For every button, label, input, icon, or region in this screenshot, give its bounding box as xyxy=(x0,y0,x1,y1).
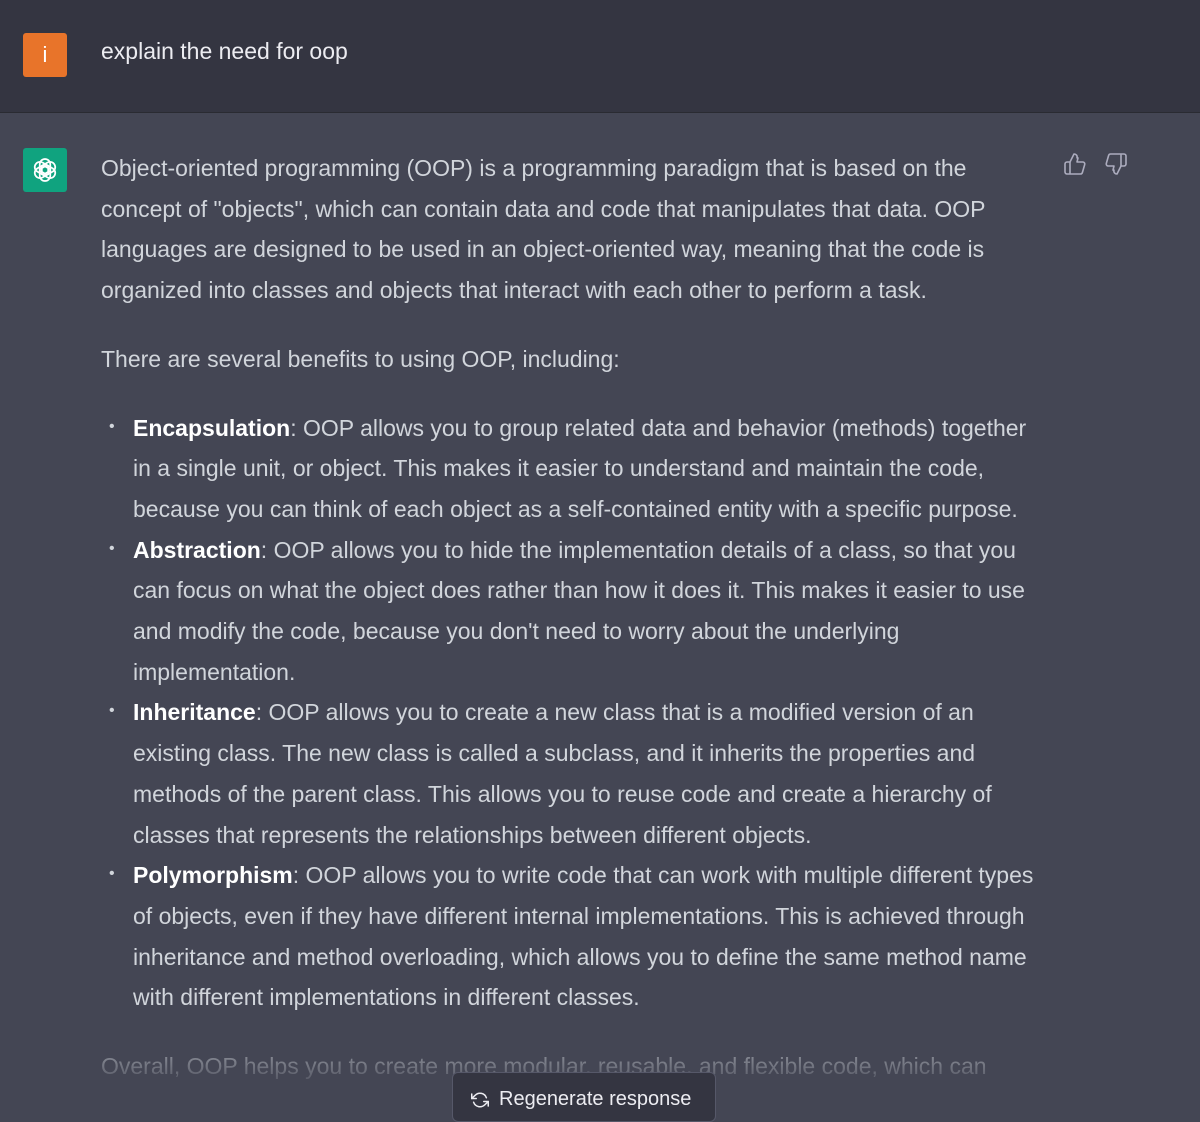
thumbs-up-icon xyxy=(1064,153,1086,175)
bullet-text: : OOP allows you to create a new class t… xyxy=(133,699,992,848)
bullet-icon: • xyxy=(109,702,115,720)
bullet-term: Polymorphism xyxy=(133,862,293,889)
bullet-icon: • xyxy=(109,539,115,557)
user-avatar: i xyxy=(23,33,67,77)
assistant-message-content: Object-oriented programming (OOP) is a p… xyxy=(101,148,1046,1087)
bullet-icon: • xyxy=(109,865,115,883)
list-item: • Polymorphism: OOP allows you to write c… xyxy=(109,855,1046,1018)
thumbs-down-icon xyxy=(1105,153,1127,175)
bullet-term: Encapsulation xyxy=(133,414,291,441)
assistant-avatar xyxy=(23,148,67,192)
user-message-row: i explain the need for oop xyxy=(0,0,1200,113)
benefits-list: • Encapsulation: OOP allows you to group … xyxy=(101,408,1046,1019)
bullet-text: : OOP allows you to hide the implementat… xyxy=(133,536,1025,685)
thumbs-down-button[interactable] xyxy=(1103,151,1129,177)
bullet-term: Inheritance xyxy=(133,699,256,726)
user-message-text: explain the need for oop xyxy=(101,38,348,64)
bullet-term: Abstraction xyxy=(133,536,261,563)
list-item: • Inheritance: OOP allows you to create a… xyxy=(109,692,1046,855)
intro-paragraph: Object-oriented programming (OOP) is a p… xyxy=(101,155,986,304)
regenerate-response-button[interactable]: Regenerate response xyxy=(452,1072,716,1122)
bullet-icon: • xyxy=(109,417,115,435)
thumbs-up-button[interactable] xyxy=(1062,151,1088,177)
list-item: • Encapsulation: OOP allows you to group … xyxy=(109,408,1046,530)
refresh-icon xyxy=(471,1092,489,1108)
regenerate-label: Regenerate response xyxy=(499,1088,692,1110)
list-item: • Abstraction: OOP allows you to hide the… xyxy=(109,530,1046,693)
lead-paragraph: There are several benefits to using OOP,… xyxy=(101,345,620,372)
assistant-message-row: Object-oriented programming (OOP) is a p… xyxy=(0,113,1200,1109)
openai-logo-icon xyxy=(33,158,57,182)
